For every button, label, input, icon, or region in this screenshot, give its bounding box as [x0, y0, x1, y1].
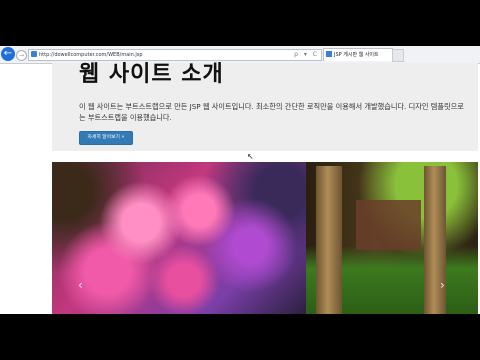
stone-pillar-left	[316, 166, 342, 314]
tab-favicon-icon	[326, 51, 332, 57]
learn-more-button[interactable]: 자세히 알아보기 »	[79, 131, 133, 145]
page-icon	[31, 51, 37, 57]
browser-toolbar: ← → http://dowellcomputer.com/WEB/main.j…	[0, 46, 480, 64]
carousel-next-icon[interactable]: ›	[440, 278, 445, 292]
jumbotron: 웹 사이트 소개 이 웹 사이트는 부트스트랩으로 만든 JSP 웹 사이트입니…	[52, 62, 478, 151]
mouse-cursor-icon: ↖	[247, 152, 254, 161]
intro-text: 이 웹 사이트는 부트스트랩으로 만든 JSP 웹 사이트입니다. 최소한의 간…	[79, 102, 464, 122]
back-arrow-icon: ←	[3, 48, 13, 59]
address-tools[interactable]: ρ ▾ C	[294, 50, 319, 60]
tab-title: JSP 게시판 웹 사이트	[334, 52, 379, 58]
page-title: 웹 사이트 소개	[79, 62, 224, 87]
new-tab-button[interactable]	[392, 49, 404, 62]
forward-button[interactable]: →	[16, 50, 27, 61]
carousel-prev-icon[interactable]: ‹	[78, 278, 83, 292]
browser-tab[interactable]: JSP 게시판 웹 사이트	[323, 48, 393, 61]
image-carousel: ‹ ›	[52, 162, 478, 314]
cherry-blossom-image	[52, 162, 306, 314]
brick-wall-shape	[356, 200, 421, 250]
garden-pillars-image	[306, 162, 478, 314]
browser-window: ← → http://dowellcomputer.com/WEB/main.j…	[0, 46, 480, 314]
back-button[interactable]: ←	[1, 47, 15, 61]
forward-arrow-icon: →	[18, 52, 25, 59]
